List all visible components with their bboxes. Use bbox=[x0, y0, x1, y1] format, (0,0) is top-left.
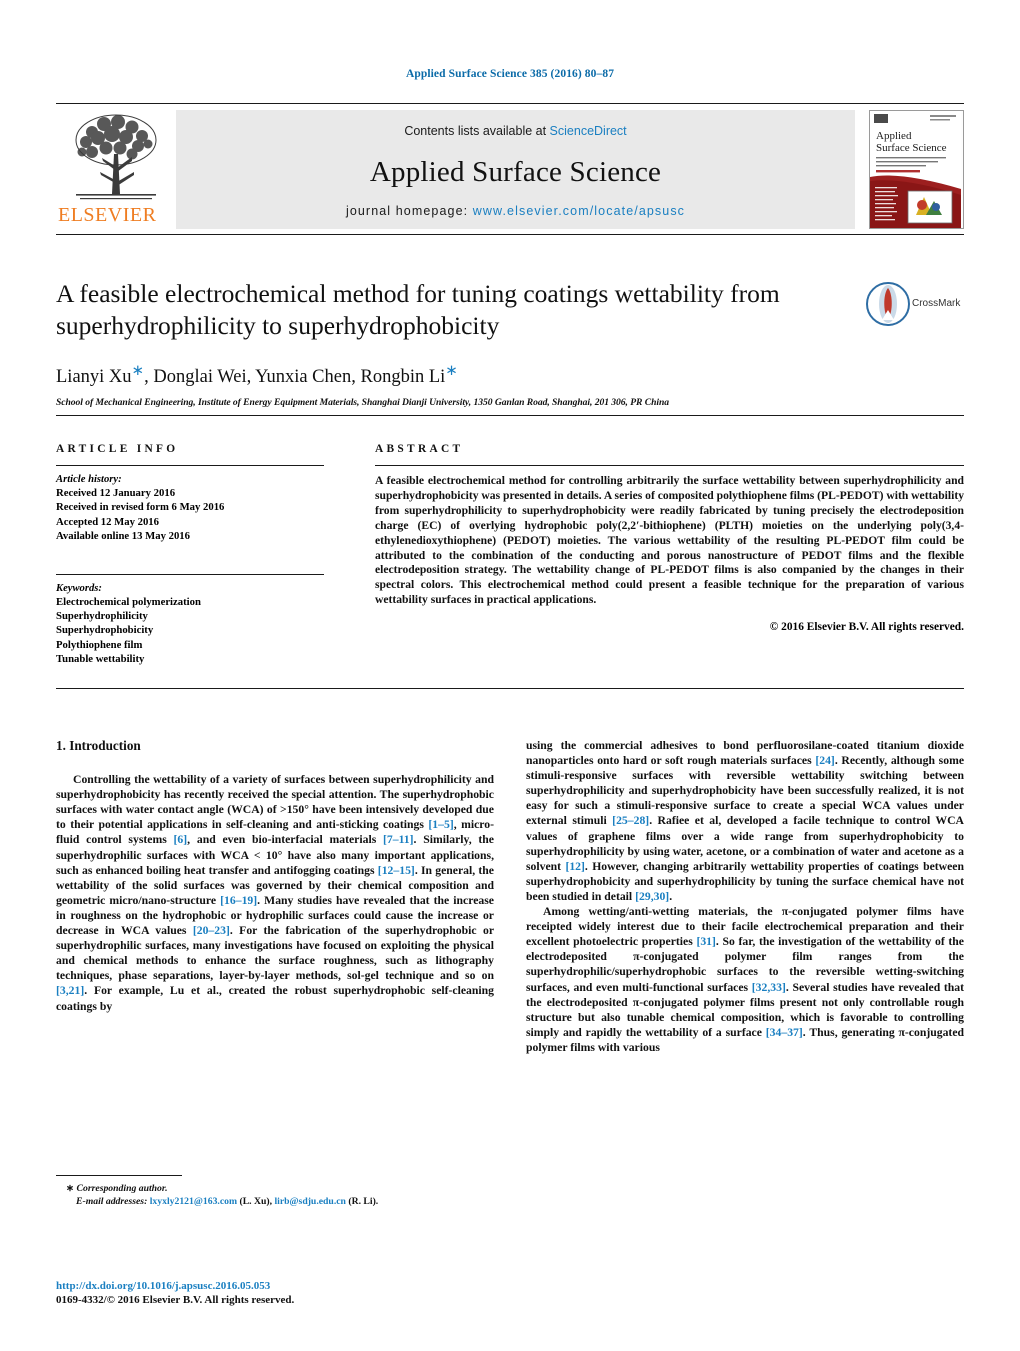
citation-link[interactable]: [1–5] bbox=[428, 818, 453, 831]
history-item: Available online 13 May 2016 bbox=[56, 530, 190, 543]
abstract-rule bbox=[375, 465, 964, 466]
citation-link[interactable]: [20–23] bbox=[193, 924, 230, 937]
masthead-center: Contents lists available at ScienceDirec… bbox=[176, 110, 855, 229]
intro-text: , and even bio-interfacial materials bbox=[187, 833, 384, 847]
corresponding-marker-2: ∗ bbox=[445, 363, 458, 379]
elsevier-wordmark: ELSEVIER bbox=[58, 204, 157, 226]
email-link-2[interactable]: lirb@sdju.edu.cn bbox=[274, 1196, 345, 1207]
citation-link[interactable]: [12–15] bbox=[378, 864, 415, 877]
author-list: Lianyi Xu∗, Donglai Wei, Yunxia Chen, Ro… bbox=[56, 361, 964, 388]
journal-cover-thumbnail: Applied Surface Science bbox=[869, 110, 964, 229]
crossmark-icon bbox=[866, 282, 910, 326]
citation-link[interactable]: [32,33] bbox=[752, 981, 786, 994]
intro-paragraph-left: Controlling the wettability of a variety… bbox=[56, 772, 494, 1014]
issn-copyright-line: 0169-4332/© 2016 Elsevier B.V. All right… bbox=[56, 1294, 295, 1306]
intro-text: . However, changing arbitrarily wettabil… bbox=[526, 859, 964, 903]
email-label: E-mail addresses: bbox=[76, 1196, 148, 1207]
running-head: Applied Surface Science 385 (2016) 80–87 bbox=[405, 68, 615, 80]
crossmark-badge[interactable]: CrossMark bbox=[866, 282, 962, 328]
keywords-label: Keywords: bbox=[56, 582, 102, 594]
history-item: Received in revised form 6 May 2016 bbox=[56, 501, 225, 514]
body-column-right: using the commercial adhesives to bond p… bbox=[526, 738, 964, 1055]
footnote-block: ∗ Corresponding author. E-mail addresses… bbox=[56, 1175, 494, 1208]
abstract-heading: ABSTRACT bbox=[375, 443, 464, 455]
corresponding-author-note: ∗ Corresponding author. bbox=[56, 1182, 494, 1195]
citation-link[interactable]: [34–37] bbox=[766, 1026, 803, 1039]
author-rest: , Donglai Wei, Yunxia Chen, Rongbin Li bbox=[144, 367, 446, 388]
contents-prefix: Contents lists available at bbox=[404, 124, 550, 138]
journal-homepage-line: journal homepage: www.elsevier.com/locat… bbox=[176, 204, 855, 218]
doi-link[interactable]: http://dx.doi.org/10.1016/j.apsusc.2016.… bbox=[56, 1279, 494, 1293]
homepage-prefix: journal homepage: bbox=[345, 204, 473, 218]
abstract-bottom-divider bbox=[56, 688, 964, 689]
corresponding-marker-1: ∗ bbox=[131, 363, 145, 379]
body-column-left: 1. Introduction Controlling the wettabil… bbox=[56, 738, 494, 1014]
crossmark-label: CrossMark bbox=[912, 298, 961, 309]
email-note: E-mail addresses: lxyxly2121@163.com (L.… bbox=[56, 1195, 494, 1208]
citation-link[interactable]: [12] bbox=[565, 860, 584, 873]
elsevier-tree-icon bbox=[75, 114, 157, 200]
keyword-item: Superhydrophobicity bbox=[56, 624, 154, 637]
page-title: A feasible electrochemical method for tu… bbox=[56, 279, 780, 340]
article-history-label: Article history: bbox=[56, 474, 122, 485]
citation-link[interactable]: [24] bbox=[815, 754, 834, 767]
svg-text:Surface Science: Surface Science bbox=[876, 142, 947, 154]
intro-paragraph-right-1: using the commercial adhesives to bond p… bbox=[526, 738, 964, 904]
email-owner-1: (L. Xu), bbox=[237, 1196, 275, 1207]
history-item: Received 12 January 2016 bbox=[56, 487, 176, 499]
corresponding-star: ∗ bbox=[66, 1183, 75, 1194]
article-info-heading: ARTICLE INFO bbox=[56, 443, 179, 455]
sciencedirect-link[interactable]: ScienceDirect bbox=[550, 124, 627, 138]
keyword-item: Polythiophene film bbox=[56, 638, 143, 651]
citation-link[interactable]: [29,30] bbox=[635, 890, 669, 903]
affiliation: School of Mechanical Engineering, Instit… bbox=[56, 397, 670, 409]
contents-available-line: Contents lists available at ScienceDirec… bbox=[176, 124, 855, 138]
keyword-item: Superhydrophilicity bbox=[56, 610, 148, 623]
journal-title: Applied Surface Science bbox=[369, 156, 662, 188]
intro-paragraph-right-2: Among wetting/anti-wetting materials, th… bbox=[526, 904, 964, 1055]
footnote-divider bbox=[56, 1175, 182, 1176]
email-link-1[interactable]: lxyxly2121@163.com bbox=[150, 1196, 237, 1207]
intro-text: . For example, Lu et al., created the ro… bbox=[56, 984, 494, 1013]
keyword-item: Electrochemical polymerization bbox=[56, 595, 201, 608]
info-rule bbox=[56, 465, 324, 466]
corresponding-author-label: Corresponding author. bbox=[76, 1183, 168, 1194]
citation-link[interactable]: [31] bbox=[696, 935, 715, 948]
paper-page: Applied Surface Science 385 (2016) 80–87 bbox=[0, 0, 1020, 1351]
email-owner-2: (R. Li). bbox=[345, 1196, 379, 1207]
citation-link[interactable]: [25–28] bbox=[612, 814, 649, 827]
author-first: Lianyi Xu bbox=[56, 367, 132, 388]
section-title-introduction: 1. Introduction bbox=[56, 738, 141, 753]
citation-link[interactable]: [7–11] bbox=[383, 833, 414, 846]
copyright-line: © 2016 Elsevier B.V. All rights reserved… bbox=[769, 621, 964, 634]
journal-masthead: ELSEVIER Contents lists available at Sci… bbox=[56, 103, 964, 229]
abstract-text: A feasible electrochemical method for co… bbox=[375, 474, 964, 607]
citation-link[interactable]: [3,21] bbox=[56, 984, 84, 997]
history-item: Accepted 12 May 2016 bbox=[56, 515, 159, 528]
abstract-top-divider bbox=[56, 415, 964, 416]
doi-block: http://dx.doi.org/10.1016/j.apsusc.2016.… bbox=[56, 1279, 494, 1307]
abstract-column: ABSTRACT A feasible electrochemical meth… bbox=[375, 443, 964, 633]
cover-artwork: Applied Surface Science bbox=[870, 111, 961, 228]
intro-text: . bbox=[669, 889, 673, 903]
keywords-rule bbox=[56, 573, 324, 575]
citation-link[interactable]: [6] bbox=[174, 833, 188, 846]
elsevier-logo: ELSEVIER bbox=[56, 110, 176, 229]
citation-link[interactable]: [16–19] bbox=[220, 894, 257, 907]
article-info-column: ARTICLE INFO Article history: Received 1… bbox=[56, 443, 324, 667]
journal-homepage-link[interactable]: www.elsevier.com/locate/apsusc bbox=[473, 204, 685, 218]
title-divider bbox=[56, 234, 964, 235]
title-block: A feasible electrochemical method for tu… bbox=[56, 278, 964, 408]
keyword-item: Tunable wettability bbox=[56, 653, 145, 666]
svg-text:Applied: Applied bbox=[876, 130, 912, 142]
